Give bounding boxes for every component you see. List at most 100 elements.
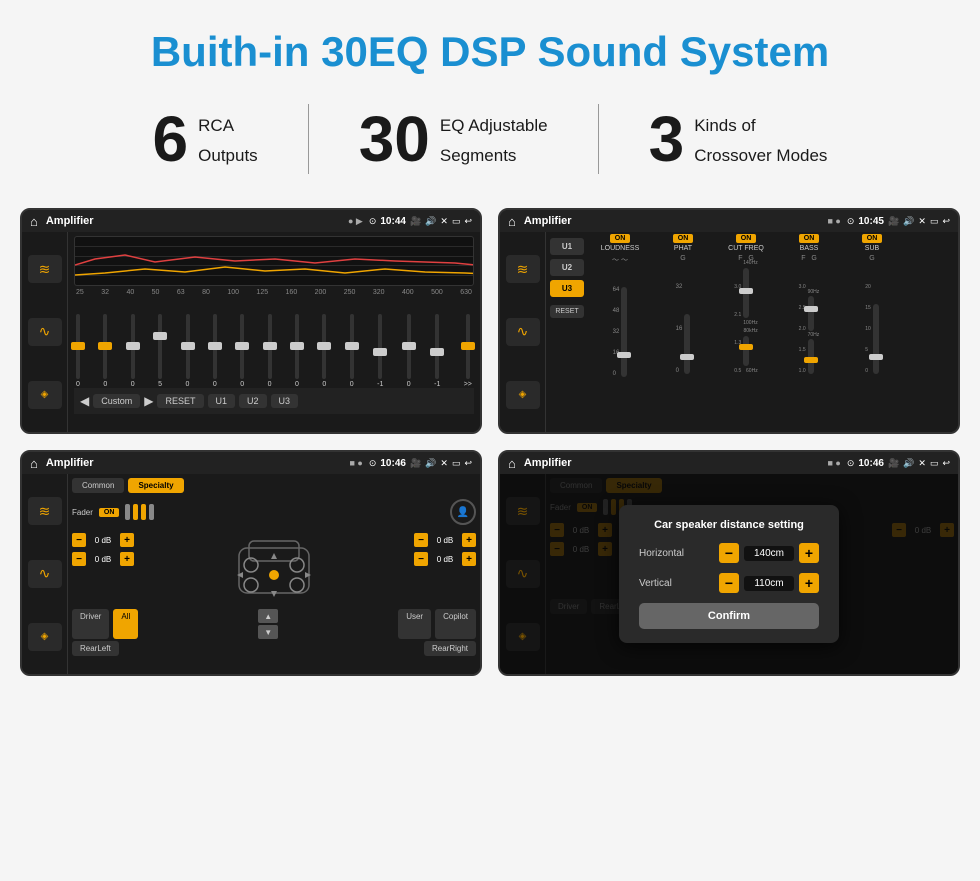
car-diagram: [229, 533, 319, 603]
dialog-horizontal-minus[interactable]: −: [719, 543, 739, 563]
db-minus-rl[interactable]: −: [72, 552, 86, 566]
crossover-sub: ON SUB G 20151050: [842, 234, 902, 430]
dialog-vertical-minus[interactable]: −: [719, 573, 739, 593]
screen1-home-icon[interactable]: ⌂: [30, 214, 38, 229]
phat-on[interactable]: ON: [673, 234, 694, 243]
screen1-statusbar: ⌂ Amplifier ● ▶ ⊙ 10:44 🎥 🔊 ✕ ▭ ↩: [22, 210, 480, 232]
eq-next-icon[interactable]: ▶: [144, 394, 153, 408]
eq-reset-btn[interactable]: RESET: [157, 394, 203, 408]
screen1-x-icon: ✕: [440, 216, 448, 227]
stats-bar: 6 RCA Outputs 30 EQ Adjustable Segments …: [0, 94, 980, 198]
preset-u3[interactable]: U3: [550, 280, 584, 297]
fader-on-badge[interactable]: ON: [99, 508, 120, 517]
crossover-reset[interactable]: RESET: [550, 305, 584, 318]
eq-u2-btn[interactable]: U2: [239, 394, 267, 408]
eq-speaker-btn[interactable]: ◈: [28, 381, 62, 409]
screen-fader: ⌂ Amplifier ■ ● ⊙ 10:46 🎥 🔊 ✕ ▭ ↩ ≋ ∿ ◈: [20, 450, 482, 676]
loudness-on[interactable]: ON: [610, 234, 631, 243]
screen3-title: Amplifier: [46, 457, 346, 469]
screen1-vol-icon: 🔊: [425, 216, 436, 227]
bass-on[interactable]: ON: [799, 234, 820, 243]
btn-copilot[interactable]: Copilot: [435, 609, 476, 639]
sub-slider-area: 20151050: [865, 264, 879, 374]
screen2-home-icon[interactable]: ⌂: [508, 214, 516, 229]
screen3-wave-btn[interactable]: ∿: [28, 560, 62, 588]
bass-slider2[interactable]: [808, 339, 814, 374]
eq-filter-btn[interactable]: ≋: [28, 255, 62, 283]
screen1-back-icon[interactable]: ↩: [464, 216, 472, 227]
eq-prev-icon[interactable]: ◀: [80, 394, 89, 408]
eq-slider-12: -1: [377, 314, 383, 388]
screen4-title: Amplifier: [524, 457, 824, 469]
crossover-loudness: ON LOUDNESS ～ ～ 644832160: [590, 234, 650, 430]
eq-wave-btn[interactable]: ∿: [28, 318, 62, 346]
preset-u1[interactable]: U1: [550, 238, 584, 255]
eq-slider-15: >>: [464, 314, 472, 388]
eq-slider-9: 0: [295, 314, 299, 388]
phat-slider[interactable]: [684, 314, 690, 374]
fader-bar-2: [133, 504, 138, 520]
screen2-speaker-btn[interactable]: ◈: [506, 381, 540, 409]
dialog-horizontal-plus[interactable]: +: [799, 543, 819, 563]
sub-on[interactable]: ON: [862, 234, 883, 243]
screen3-eq-btn[interactable]: ≋: [28, 497, 62, 525]
screen2-body: ≋ ∿ ◈ U1 U2 U3 RESET ON LOUDNESS ～ ～: [500, 232, 958, 432]
db-plus-rl[interactable]: +: [120, 552, 134, 566]
btn-all[interactable]: All: [113, 609, 138, 639]
screen3-home-icon[interactable]: ⌂: [30, 456, 38, 471]
chevron-down-btn[interactable]: ▼: [258, 625, 278, 639]
screen3-speaker-btn[interactable]: ◈: [28, 623, 62, 651]
screen4-home-icon[interactable]: ⌂: [508, 456, 516, 471]
screen2-statusbar: ⌂ Amplifier ■ ● ⊙ 10:45 🎥 🔊 ✕ ▭ ↩: [500, 210, 958, 232]
eq-u3-btn[interactable]: U3: [271, 394, 299, 408]
eq-bottom-bar: ◀ Custom ▶ RESET U1 U2 U3: [74, 388, 474, 414]
screen4-status-icons: ⊙ 10:46 🎥 🔊 ✕ ▭ ↩: [847, 458, 950, 469]
db-minus-fr[interactable]: −: [414, 533, 428, 547]
tab-common[interactable]: Common: [72, 478, 124, 493]
btn-rearleft[interactable]: RearLeft: [72, 641, 119, 656]
bass-slider1[interactable]: [808, 296, 814, 331]
db-control-fr: − 0 dB +: [414, 533, 476, 547]
eq-custom-label: Custom: [93, 394, 140, 408]
db-plus-rr[interactable]: +: [462, 552, 476, 566]
cutfreq-slider2[interactable]: [743, 336, 749, 366]
dialog-title: Car speaker distance setting: [639, 519, 819, 531]
dialog-confirm-button[interactable]: Confirm: [639, 603, 819, 629]
db-minus-rr[interactable]: −: [414, 552, 428, 566]
speaker-left-controls: − 0 dB + − 0 dB +: [72, 533, 134, 566]
db-minus-fl[interactable]: −: [72, 533, 86, 547]
eq-slider-8: 0: [268, 314, 272, 388]
screen3-status-icons: ⊙ 10:46 🎥 🔊 ✕ ▭ ↩: [369, 458, 472, 469]
screen-eq: ⌂ Amplifier ● ▶ ⊙ 10:44 🎥 🔊 ✕ ▭ ↩ ≋ ∿ ◈: [20, 208, 482, 434]
stat-rca: 6 RCA Outputs: [103, 107, 308, 171]
speaker-main: Common Specialty Fader ON 👤: [68, 474, 480, 674]
sub-slider[interactable]: [873, 304, 879, 374]
db-control-fl: − 0 dB +: [72, 533, 134, 547]
db-plus-fr[interactable]: +: [462, 533, 476, 547]
chevron-up-btn[interactable]: ▲: [258, 609, 278, 623]
bass-slider-area: 3.02.52.01.51.0 90Hz 70Hz: [799, 264, 820, 374]
btn-rearright[interactable]: RearRight: [424, 641, 476, 656]
screen2-wave-btn[interactable]: ∿: [506, 318, 540, 346]
preset-u2[interactable]: U2: [550, 259, 584, 276]
screen3-time: 10:46: [380, 458, 406, 469]
btn-driver[interactable]: Driver: [72, 609, 109, 639]
screen4-time: 10:46: [858, 458, 884, 469]
db-plus-fl[interactable]: +: [120, 533, 134, 547]
phat-label: PHAT: [674, 245, 692, 252]
loudness-slider[interactable]: [621, 287, 627, 377]
speaker-settings-icon[interactable]: 👤: [450, 499, 476, 525]
tab-row: Common Specialty: [72, 478, 476, 493]
db-value-rr: 0 dB: [431, 555, 459, 564]
cutfreq-on[interactable]: ON: [736, 234, 757, 243]
eq-slider-5: 0: [186, 314, 190, 388]
dialog-overlay: Car speaker distance setting Horizontal …: [500, 474, 958, 674]
eq-u1-btn[interactable]: U1: [208, 394, 236, 408]
tab-specialty[interactable]: Specialty: [128, 478, 183, 493]
dialog-vertical-plus[interactable]: +: [799, 573, 819, 593]
cutfreq-slider1[interactable]: [743, 268, 749, 318]
btn-user[interactable]: User: [398, 609, 431, 639]
screen2-eq-btn[interactable]: ≋: [506, 255, 540, 283]
fader-label: Fader: [72, 508, 93, 517]
speaker-right-controls: − 0 dB + − 0 dB +: [414, 533, 476, 566]
